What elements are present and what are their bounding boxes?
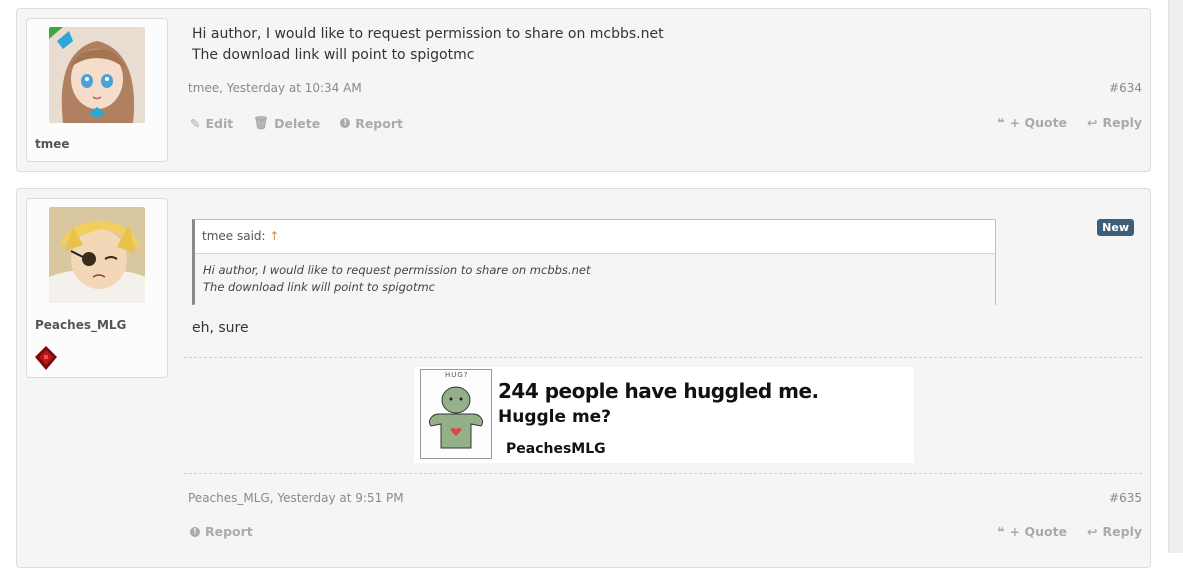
post-meta[interactable]: tmee, Yesterday at 10:34 AM [188,81,362,95]
pencil-icon: ✎ [190,115,201,131]
post-635: Peaches_MLG New tmee said: ↑ Hi author, … [16,188,1151,568]
quote-button[interactable]: ❝ + Quote [997,524,1067,539]
reply-button[interactable]: ↩ Reply [1087,115,1142,130]
signature-line-1: 244 people have huggled me. [498,379,819,403]
quote-line: The download link will point to spigotmc [203,280,435,294]
quote-content: Hi author, I would like to request permi… [195,254,995,306]
reply-icon: ↩ [1087,524,1098,539]
edit-label: Edit [205,115,234,131]
footer-divider [184,473,1142,474]
quote-block: tmee said: ↑ Hi author, I would like to … [192,219,996,306]
hug-doll-image: HUG? [420,369,492,459]
post-permalink[interactable]: #635 [1109,491,1142,505]
quote-icon: ❝ [997,115,1005,130]
quote-button[interactable]: ❝ + Quote [997,115,1067,130]
hug-label: HUG? [445,371,469,379]
quote-line: Hi author, I would like to request permi… [203,263,591,277]
signature-divider [184,357,1142,358]
signature-line-3: PeachesMLG [506,441,606,457]
reply-label: Reply [1102,524,1142,539]
post-actions-left: ! Report [190,524,253,539]
report-label: Report [205,524,253,539]
signature-line-2: Huggle me? [498,407,612,427]
info-circle-icon: ! [190,526,200,537]
post-permalink[interactable]: #634 [1109,81,1142,95]
edit-button[interactable]: ✎ Edit [190,115,233,131]
jump-to-quote-arrow-icon[interactable]: ↑ [269,229,279,243]
reply-button[interactable]: ↩ Reply [1087,524,1142,539]
message-body: eh, sure [192,320,249,336]
quote-author: tmee said: [202,229,266,243]
quote-label: + Quote [1009,524,1068,539]
anime-girl-avatar[interactable] [49,27,145,123]
post-actions-right: ❝ + Quote ↩ Reply [997,115,1142,130]
anime-boy-avatar[interactable] [49,207,145,303]
user-card: tmee [26,18,168,162]
report-button[interactable]: ! Report [190,524,253,539]
delete-button[interactable]: 🗑 Delete [253,115,320,131]
message-body: Hi author, I would like to request permi… [192,24,664,66]
quote-header: tmee said: ↑ [195,220,995,254]
page-scrollbar[interactable] [1168,0,1183,553]
signature-banner: HUG? 244 people have huggled me. Huggle … [414,367,914,463]
new-post-badge: New [1097,219,1134,236]
message-line: The download link will point to spigotmc [192,47,475,63]
post-actions-left: ✎ Edit 🗑 Delete ! Report [190,115,403,131]
reply-label: Reply [1102,115,1142,130]
username[interactable]: tmee [35,137,70,151]
info-circle-icon: ! [340,118,351,128]
post-634: tmee Hi author, I would like to request … [16,8,1151,172]
post-meta[interactable]: Peaches_MLG, Yesterday at 9:51 PM [188,491,404,505]
report-button[interactable]: ! Report [340,115,403,131]
delete-label: Delete [274,115,321,131]
trash-icon: 🗑 [253,115,270,130]
quote-icon: ❝ [997,524,1005,539]
reply-icon: ↩ [1087,115,1098,130]
report-label: Report [355,115,403,131]
user-card: Peaches_MLG [26,198,168,378]
redstone-icon [33,345,59,375]
quote-label: + Quote [1009,115,1068,130]
post-actions-right: ❝ + Quote ↩ Reply [997,524,1142,539]
message-line: Hi author, I would like to request permi… [192,26,664,42]
username[interactable]: Peaches_MLG [35,318,126,332]
